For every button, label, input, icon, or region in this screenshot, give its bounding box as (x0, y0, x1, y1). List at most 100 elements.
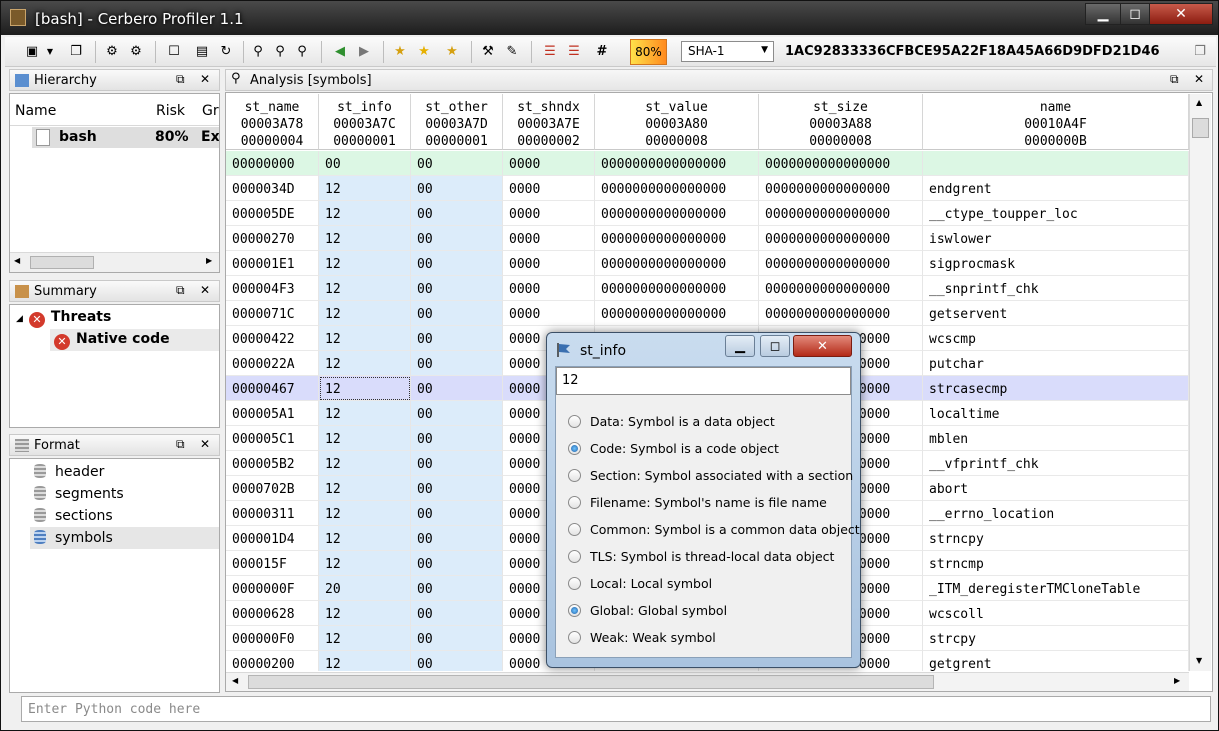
table-cell[interactable]: __vfprintf_chk (923, 451, 1189, 476)
table-cell[interactable]: 00 (411, 526, 503, 551)
table-cell[interactable]: 00 (411, 201, 503, 226)
table-cell[interactable]: strncpy (923, 526, 1189, 551)
table-cell[interactable]: 12 (319, 276, 411, 301)
table-cell[interactable]: 00 (411, 551, 503, 576)
table-cell[interactable]: 12 (319, 526, 411, 551)
settings-gear-icon[interactable]: ⚙ (103, 42, 121, 60)
table-cell[interactable]: 0000034D (226, 176, 319, 201)
table-cell[interactable]: localtime (923, 401, 1189, 426)
st-info-option[interactable]: Global: Global symbol (568, 603, 727, 618)
table-cell[interactable]: wcscoll (923, 601, 1189, 626)
table-cell[interactable]: 00 (411, 176, 503, 201)
window-icon[interactable]: ☐ (165, 42, 183, 60)
table-vscroll[interactable]: ▲ ▼ (1189, 94, 1211, 671)
forward-arrow-icon[interactable]: ▶ (355, 42, 373, 60)
star-add-icon[interactable]: ★ (391, 42, 409, 60)
table-cell[interactable]: 0000000F (226, 576, 319, 601)
table-cell[interactable]: 000005B2 (226, 451, 319, 476)
title-bar[interactable]: [bash] - Cerbero Profiler 1.1 ▁ ◻ ✕ (1, 1, 1218, 35)
refresh-layout-icon[interactable]: ↻ (217, 42, 235, 60)
column-header[interactable]: st_shndx 00003A7E 00000002 (503, 94, 595, 150)
radio-button-icon[interactable] (568, 550, 581, 563)
table-cell[interactable]: putchar (923, 351, 1189, 376)
column-header[interactable]: st_size 00003A88 00000008 (759, 94, 923, 150)
table-cell[interactable]: _ITM_deregisterTMCloneTable (923, 576, 1189, 601)
table-cell[interactable]: 0000 (503, 301, 595, 326)
table-cell[interactable]: 12 (319, 376, 411, 401)
table-cell[interactable]: 00 (411, 626, 503, 651)
table-cell[interactable]: strcpy (923, 626, 1189, 651)
save-icon[interactable]: ▣ (23, 42, 41, 60)
table-cell[interactable]: 12 (319, 326, 411, 351)
maximize-button[interactable]: ◻ (1120, 3, 1150, 25)
column-header[interactable]: st_name 00003A78 00000004 (226, 94, 319, 150)
scroll-left-icon[interactable]: ◀ (232, 676, 238, 685)
table-cell[interactable]: wcscmp (923, 326, 1189, 351)
dialog-minimize-button[interactable]: ▁ (725, 335, 755, 357)
close-pane-icon[interactable]: ✕ (1194, 72, 1204, 86)
table-cell[interactable]: 12 (319, 601, 411, 626)
table-cell[interactable]: 00000000 (226, 151, 319, 176)
table-cell[interactable]: 0000 (503, 176, 595, 201)
table-cell[interactable]: __ctype_toupper_loc (923, 201, 1189, 226)
table-cell[interactable]: 0000000000000000 (759, 251, 923, 276)
table-cell[interactable]: 00 (411, 251, 503, 276)
table-cell[interactable]: 0000000000000000 (759, 276, 923, 301)
radio-button-icon[interactable] (568, 523, 581, 536)
python-input[interactable]: Enter Python code here (21, 696, 1211, 722)
table-cell[interactable]: mblen (923, 426, 1189, 451)
st-info-option[interactable]: Data: Symbol is a data object (568, 414, 775, 429)
table-cell[interactable]: 00 (411, 351, 503, 376)
star-list-icon[interactable]: ★ (443, 42, 461, 60)
table-cell[interactable]: 00 (411, 651, 503, 671)
table-cell[interactable]: __errno_location (923, 501, 1189, 526)
table-cell[interactable]: getservent (923, 301, 1189, 326)
dialog-close-button[interactable]: ✕ (793, 335, 852, 357)
table-cell[interactable]: 0000022A (226, 351, 319, 376)
st-info-option[interactable]: Local: Local symbol (568, 576, 712, 591)
radio-button-icon[interactable] (568, 415, 581, 428)
format-item-segments[interactable]: segments (34, 486, 124, 502)
table-cell[interactable]: 00 (411, 376, 503, 401)
table-cell[interactable]: 0000000000000000 (595, 276, 759, 301)
copy-icon[interactable]: ❐ (1191, 42, 1209, 60)
table-cell[interactable]: 12 (319, 626, 411, 651)
table-cell[interactable]: iswlower (923, 226, 1189, 251)
close-pane-icon[interactable]: ✕ (200, 437, 210, 451)
table-hscroll[interactable]: ◀ ▶ (226, 672, 1189, 691)
plugin-icon[interactable]: ⚒ (479, 42, 497, 60)
table-cell[interactable]: 20 (319, 576, 411, 601)
table-cell[interactable]: 12 (319, 176, 411, 201)
close-button[interactable]: ✕ (1149, 3, 1213, 25)
table-cell[interactable]: 00 (411, 226, 503, 251)
scroll-thumb[interactable] (248, 675, 934, 689)
table-cell[interactable]: 12 (319, 451, 411, 476)
table-cell[interactable]: 000004F3 (226, 276, 319, 301)
native-code-node[interactable]: ✕ Native code (54, 331, 170, 350)
table-cell[interactable]: 0000000000000000 (759, 151, 923, 176)
table-cell[interactable]: 12 (319, 301, 411, 326)
table-cell[interactable]: 0000 (503, 276, 595, 301)
table-cell[interactable]: 0000000000000000 (595, 176, 759, 201)
table-cell[interactable]: 0000000000000000 (595, 226, 759, 251)
float-pane-icon[interactable]: ⧉ (176, 437, 185, 452)
table-cell[interactable]: 0000 (503, 251, 595, 276)
table-cell[interactable]: 00 (411, 401, 503, 426)
column-header[interactable]: st_other 00003A7D 00000001 (411, 94, 503, 150)
table-cell[interactable]: 12 (319, 651, 411, 671)
table-cell[interactable]: 00000270 (226, 226, 319, 251)
table-cell[interactable]: 00 (411, 426, 503, 451)
table-cell[interactable]: 000001D4 (226, 526, 319, 551)
zoom-clear-icon[interactable]: ⚲ (293, 42, 311, 60)
hierarchy-row-bash[interactable]: bash 80% Exe (32, 127, 219, 148)
table-cell[interactable]: 000015F (226, 551, 319, 576)
table-cell[interactable]: 00 (411, 501, 503, 526)
table-cell[interactable]: 0000000000000000 (595, 301, 759, 326)
table-cell[interactable]: 12 (319, 426, 411, 451)
table-cell[interactable]: 0000000000000000 (759, 176, 923, 201)
column-header[interactable]: name 00010A4F 0000000B (923, 94, 1189, 150)
table-cell[interactable]: 0000000000000000 (759, 201, 923, 226)
radio-button-icon[interactable] (568, 469, 581, 482)
radio-button-icon[interactable] (568, 604, 581, 617)
column-header[interactable]: st_info 00003A7C 00000001 (319, 94, 411, 150)
